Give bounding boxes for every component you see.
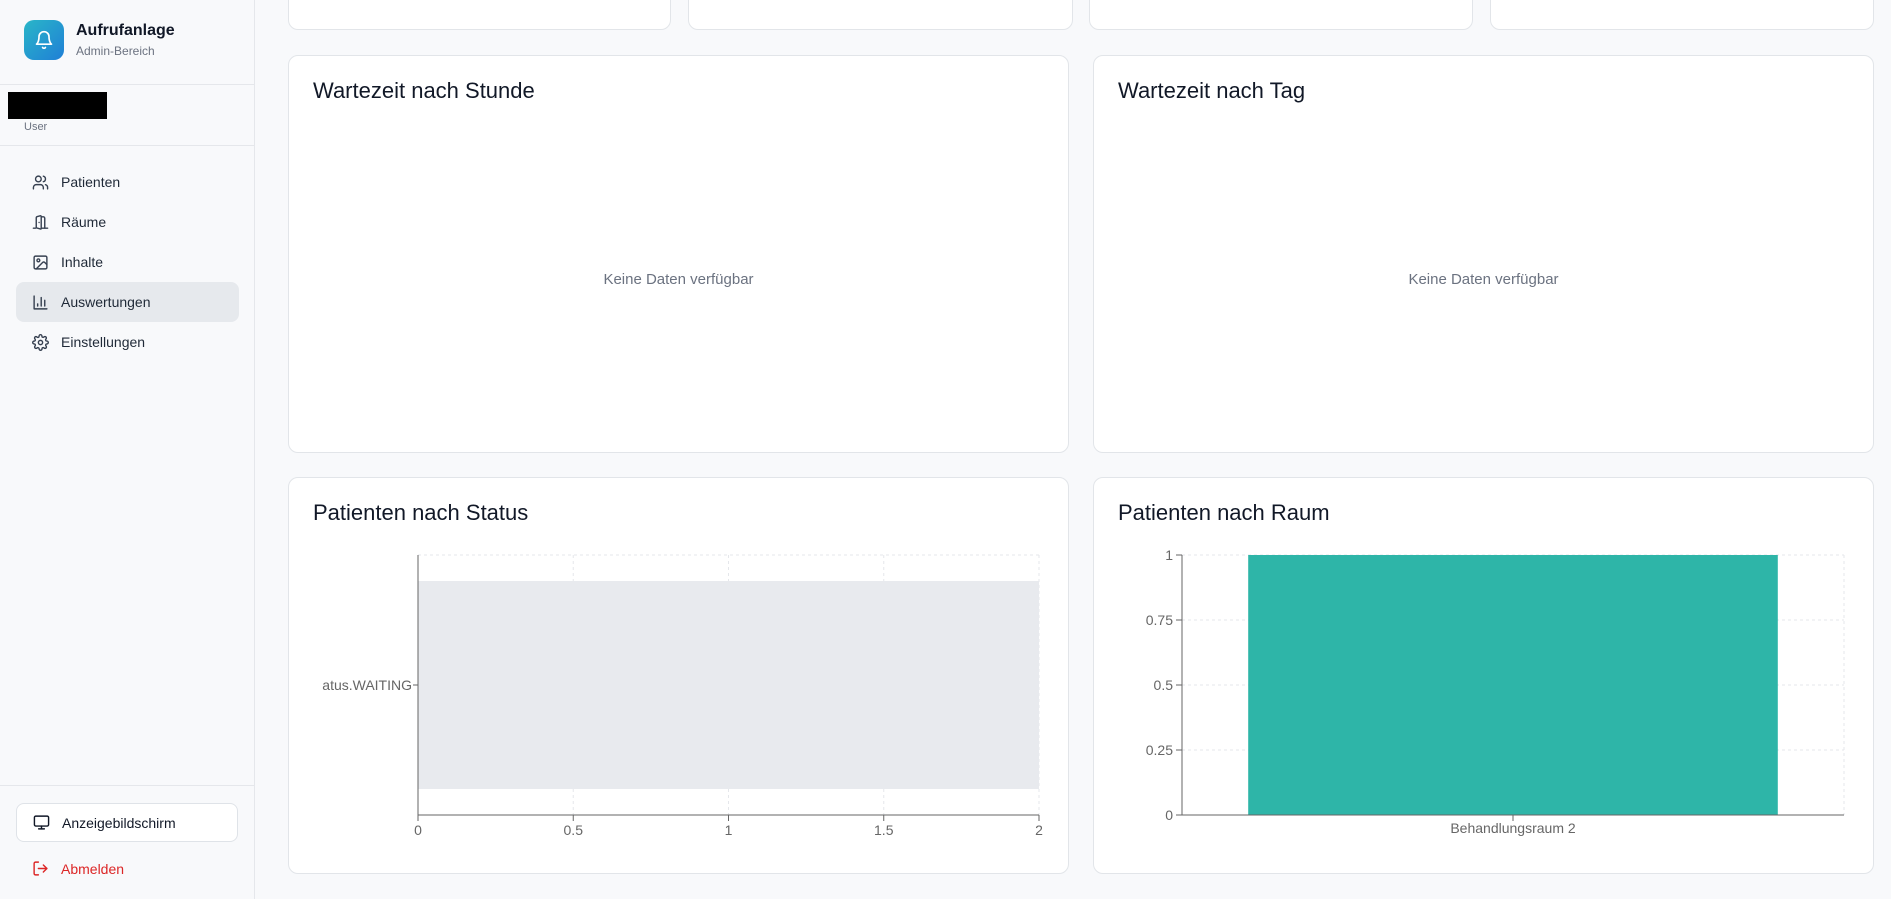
stat-card <box>288 0 671 30</box>
sidebar-item-label: Inhalte <box>61 254 104 270</box>
monitor-icon <box>33 815 50 830</box>
image-icon <box>33 254 48 270</box>
patients-by-status-card: Patienten nach Status atus.WAITING 0 0.5 1 1… <box>288 477 1069 874</box>
card-title: Wartezeit nach Tag <box>1118 78 1306 103</box>
sidebar-item-einstellungen[interactable]: Einstellungen <box>16 322 239 362</box>
x-tick-label: 0.5 <box>564 822 584 838</box>
y-tick-label: atus.WAITING <box>322 677 412 693</box>
stat-card <box>1490 0 1874 30</box>
sidebar-item-label: Patienten <box>61 174 121 190</box>
sidebar: Aufrufanlage Admin-Bereich User Patiente… <box>0 0 255 899</box>
empty-state: Keine Daten verfügbar <box>1408 271 1559 288</box>
divider <box>0 84 254 85</box>
sidebar-item-label: Einstellungen <box>61 334 146 350</box>
divider <box>0 145 254 146</box>
app-subtitle: Admin-Bereich <box>76 44 155 58</box>
logout-label: Abmelden <box>61 860 125 877</box>
stat-card <box>1089 0 1473 30</box>
empty-state: Keine Daten verfügbar <box>603 271 754 288</box>
sidebar-item-inhalte[interactable]: Inhalte <box>16 242 239 282</box>
user-role: User <box>24 121 48 133</box>
bar-0 <box>1248 555 1778 815</box>
display-screen-button[interactable]: Anzeigebildschirm <box>16 803 238 842</box>
y-tick-label: 0.5 <box>1154 677 1174 693</box>
patients-by-room-card: Patienten nach Raum Behandlungsraum 2 0 0.… <box>1093 477 1874 874</box>
user-name-redacted <box>8 92 107 119</box>
gear-icon <box>32 333 49 351</box>
door-icon <box>32 214 49 230</box>
display-screen-label: Anzeigebildschirm <box>62 814 176 831</box>
y-tick-label: 1 <box>1165 547 1173 563</box>
status-chart: atus.WAITING 0 0.5 1 1.5 2 <box>322 554 1043 838</box>
logout-icon <box>33 861 48 876</box>
y-tick-label: 0.75 <box>1146 612 1173 628</box>
x-tick-label: 0 <box>414 822 422 838</box>
wait-by-day-card: Wartezeit nach Tag Keine Daten verfügbar <box>1093 55 1874 453</box>
stat-card <box>688 0 1073 30</box>
divider <box>0 785 254 786</box>
user-block: User <box>8 92 107 133</box>
logout-button[interactable]: Abmelden <box>32 860 124 877</box>
sidebar-item-label: Auswertungen <box>61 294 151 310</box>
card-title: Wartezeit nach Stunde <box>313 78 535 103</box>
x-tick-label: 1 <box>725 822 733 838</box>
nav-menu: Patienten Räume Inhalte Auswertungen Ein… <box>16 162 239 362</box>
y-tick-label: 0 <box>1165 807 1173 823</box>
x-tick-label: 2 <box>1035 822 1043 838</box>
users-icon <box>32 174 49 190</box>
wait-by-hour-card: Wartezeit nach Stunde Keine Daten verfüg… <box>288 55 1069 453</box>
bell-icon <box>24 20 64 60</box>
room-chart: Behandlungsraum 2 0 0.25 0.5 0.75 1 <box>1146 547 1845 836</box>
bar-chart-icon <box>33 294 48 310</box>
sidebar-item-auswertungen[interactable]: Auswertungen <box>16 282 239 322</box>
sidebar-item-raeume[interactable]: Räume <box>16 202 239 242</box>
x-tick-label: 1.5 <box>874 822 894 838</box>
x-tick-label: Behandlungsraum 2 <box>1450 820 1576 836</box>
app-title: Aufrufanlage <box>76 22 175 39</box>
bar-0 <box>418 581 1039 789</box>
sidebar-item-label: Räume <box>61 214 107 230</box>
brand: Aufrufanlage Admin-Bereich <box>24 20 175 60</box>
sidebar-item-patienten[interactable]: Patienten <box>16 162 239 202</box>
y-tick-label: 0.25 <box>1146 742 1173 758</box>
